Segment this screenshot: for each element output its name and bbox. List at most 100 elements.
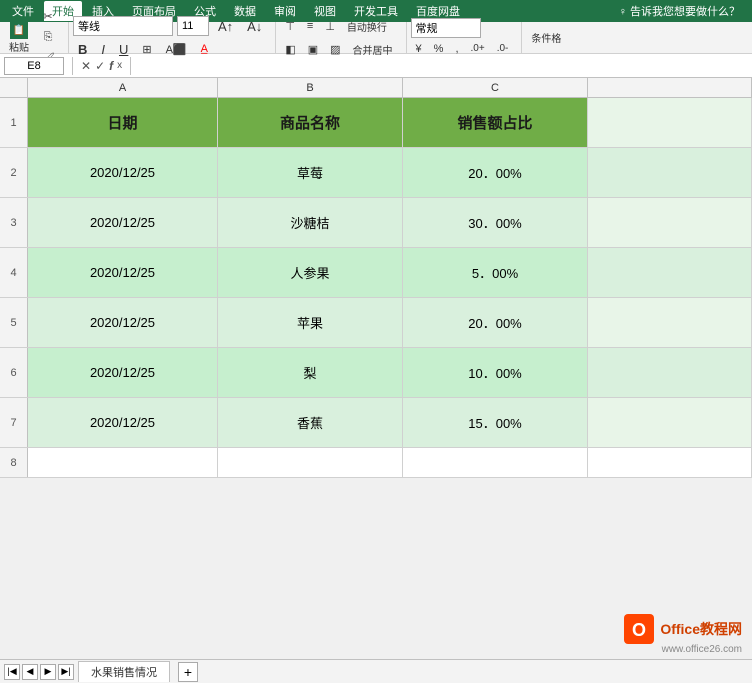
decimal-inc-button[interactable]: .0+ bbox=[466, 40, 490, 58]
col-header-a[interactable]: A bbox=[28, 78, 218, 98]
font-grow-button[interactable]: A↑ bbox=[213, 16, 238, 37]
italic-button[interactable]: I bbox=[96, 39, 110, 60]
clipboard-section: 📋 粘贴 ✂ ⎘ 🖌 bbox=[4, 22, 69, 53]
font-name-input[interactable] bbox=[73, 16, 173, 36]
extra-cell-4 bbox=[588, 248, 752, 297]
date-cell-3[interactable]: 2020/12/25 bbox=[28, 198, 218, 247]
table-row: 6 2020/12/25 梨 10．00% bbox=[0, 348, 752, 398]
extra-cell-5 bbox=[588, 298, 752, 347]
add-sheet-button[interactable]: + bbox=[178, 662, 198, 682]
font-size-input[interactable] bbox=[177, 16, 209, 36]
product-cell-5[interactable]: 苹果 bbox=[218, 298, 403, 347]
sales-cell-2[interactable]: 20．00% bbox=[403, 148, 588, 197]
row-num-1: 1 bbox=[0, 98, 28, 147]
product-cell-2[interactable]: 草莓 bbox=[218, 148, 403, 197]
product-cell-7[interactable]: 香蕉 bbox=[218, 398, 403, 447]
product-cell-4[interactable]: 人参果 bbox=[218, 248, 403, 297]
table-row: 8 bbox=[0, 448, 752, 478]
paste-button[interactable]: 📋 粘贴 bbox=[4, 18, 34, 57]
office-icon: O bbox=[624, 614, 654, 644]
number-format-input[interactable] bbox=[411, 18, 481, 38]
font-section: A↑ A↓ B I U ⊞ A⬛ A̲ bbox=[73, 22, 276, 53]
office-text: Office教程网 bbox=[660, 619, 742, 639]
sheet-nav-prev[interactable]: ◀ bbox=[22, 664, 38, 680]
font-shrink-button[interactable]: A↓ bbox=[242, 16, 267, 37]
sheet-nav: |◀ ◀ ▶ ▶| bbox=[4, 664, 74, 680]
sheet-tab-fruit[interactable]: 水果销售情况 bbox=[78, 661, 170, 682]
conditional-format-button[interactable]: 条件格 bbox=[526, 27, 566, 48]
date-cell-4[interactable]: 2020/12/25 bbox=[28, 248, 218, 297]
number-section: ¥ % , .0+ .0- bbox=[411, 22, 523, 53]
copy-button[interactable]: ⎘ bbox=[36, 28, 60, 47]
align-bottom-button[interactable]: ⊥ bbox=[320, 16, 340, 37]
col-header-d[interactable] bbox=[588, 78, 752, 98]
product-cell-6[interactable]: 梨 bbox=[218, 348, 403, 397]
sales-cell-4[interactable]: 5．00% bbox=[403, 248, 588, 297]
styles-section: 条件格 bbox=[526, 22, 574, 53]
formula-bar: ✕ ✓ fx bbox=[0, 54, 752, 78]
align-top-button[interactable]: ⊤ bbox=[280, 16, 300, 37]
product-cell-3[interactable]: 沙糖桔 bbox=[218, 198, 403, 247]
table-row: 3 2020/12/25 沙糖桔 30．00% bbox=[0, 198, 752, 248]
cell-reference-input[interactable] bbox=[4, 57, 64, 75]
insert-function-icon[interactable]: f bbox=[109, 59, 113, 73]
header-product-cell[interactable]: 商品名称 bbox=[218, 98, 403, 147]
extra-cell-3 bbox=[588, 198, 752, 247]
extra-cell-8 bbox=[588, 448, 752, 477]
confirm-formula-icon[interactable]: ✓ bbox=[95, 59, 105, 73]
empty-cell-8b[interactable] bbox=[218, 448, 403, 477]
function-suffix: x bbox=[117, 60, 122, 71]
sales-cell-6[interactable]: 10．00% bbox=[403, 348, 588, 397]
date-cell-7[interactable]: 2020/12/25 bbox=[28, 398, 218, 447]
row-num-2: 2 bbox=[0, 148, 28, 197]
row-num-5: 5 bbox=[0, 298, 28, 347]
bold-button[interactable]: B bbox=[73, 39, 92, 60]
date-cell-6[interactable]: 2020/12/25 bbox=[28, 348, 218, 397]
cut-button[interactable]: ✂ bbox=[36, 7, 60, 26]
table-row: 4 2020/12/25 人参果 5．00% bbox=[0, 248, 752, 298]
row-num-8: 8 bbox=[0, 448, 28, 477]
font-color-button[interactable]: A̲ bbox=[196, 40, 213, 58]
formula-bar-divider2 bbox=[130, 57, 131, 75]
table-row: 2 2020/12/25 草莓 20．00% bbox=[0, 148, 752, 198]
toolbar-row1: 📋 粘贴 ✂ ⎘ 🖌 A↑ A↓ B I U ⊞ A⬛ A̲ bbox=[0, 22, 752, 54]
help-text[interactable]: ♀ 告诉我您想要做什么？ bbox=[611, 1, 748, 21]
sales-cell-3[interactable]: 30．00% bbox=[403, 198, 588, 247]
row-num-7: 7 bbox=[0, 398, 28, 447]
currency-button[interactable]: ¥ bbox=[411, 40, 427, 58]
row-num-3: 3 bbox=[0, 198, 28, 247]
align-section: ⊤ ≡ ⊥ 自动换行 ◧ ▣ ▨ 合并居中 bbox=[280, 22, 406, 53]
formula-input[interactable] bbox=[139, 57, 748, 75]
sheet-bar: |◀ ◀ ▶ ▶| 水果销售情况 + bbox=[0, 659, 752, 683]
spreadsheet: A B C 1 日期 商品名称 销售额占比 2 2020/12/25 草莓 20… bbox=[0, 78, 752, 478]
office-url: www.office26.com bbox=[662, 644, 742, 655]
svg-text:O: O bbox=[632, 620, 646, 640]
header-date-cell[interactable]: 日期 bbox=[28, 98, 218, 147]
col-header-c[interactable]: C bbox=[403, 78, 588, 98]
header-extra-cell bbox=[588, 98, 752, 147]
sheet-nav-last[interactable]: ▶| bbox=[58, 664, 74, 680]
col-header-b[interactable]: B bbox=[218, 78, 403, 98]
extra-cell-6 bbox=[588, 348, 752, 397]
sales-cell-5[interactable]: 20．00% bbox=[403, 298, 588, 347]
office-badge: O Office教程网 bbox=[624, 614, 742, 644]
extra-cell-2 bbox=[588, 148, 752, 197]
header-sales-cell[interactable]: 销售额占比 bbox=[403, 98, 588, 147]
comma-button[interactable]: , bbox=[450, 40, 463, 58]
sheet-nav-next[interactable]: ▶ bbox=[40, 664, 56, 680]
date-cell-5[interactable]: 2020/12/25 bbox=[28, 298, 218, 347]
sheet-nav-first[interactable]: |◀ bbox=[4, 664, 20, 680]
formula-bar-divider bbox=[72, 57, 73, 75]
decimal-dec-button[interactable]: .0- bbox=[492, 40, 514, 58]
sales-cell-7[interactable]: 15．00% bbox=[403, 398, 588, 447]
row-num-6: 6 bbox=[0, 348, 28, 397]
column-headers: A B C bbox=[0, 78, 752, 98]
wrap-text-button[interactable]: 自动换行 bbox=[342, 16, 392, 37]
empty-cell-8a[interactable] bbox=[28, 448, 218, 477]
date-cell-2[interactable]: 2020/12/25 bbox=[28, 148, 218, 197]
empty-cell-8c[interactable] bbox=[403, 448, 588, 477]
percent-button[interactable]: % bbox=[429, 40, 449, 58]
cancel-formula-icon[interactable]: ✕ bbox=[81, 59, 91, 73]
row-num-4: 4 bbox=[0, 248, 28, 297]
align-middle-button[interactable]: ≡ bbox=[302, 16, 318, 37]
